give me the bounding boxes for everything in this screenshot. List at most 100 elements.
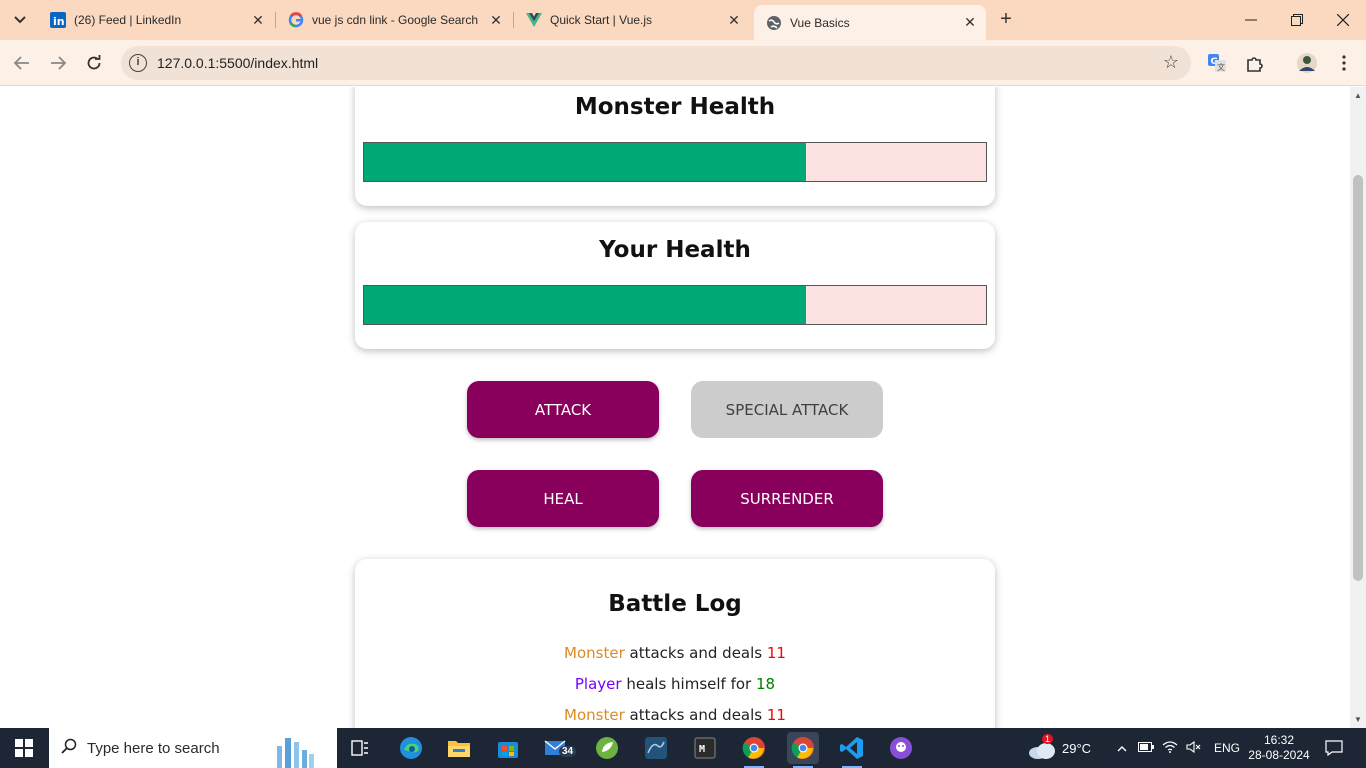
bookmark-star-icon[interactable]: ☆ xyxy=(1163,52,1179,73)
clock-time: 16:32 xyxy=(1263,733,1295,747)
site-info-icon[interactable]: i xyxy=(129,54,147,72)
vscode-icon[interactable] xyxy=(836,732,868,768)
chrome-profile-icon[interactable] xyxy=(738,732,770,768)
weather-widget[interactable]: 1 29°C xyxy=(1028,728,1091,768)
tab-vue-basics[interactable]: Vue Basics ✕ xyxy=(754,5,986,40)
svg-text:M: M xyxy=(699,744,705,755)
log-value: 11 xyxy=(766,706,786,724)
player-health-card: Your Health xyxy=(355,222,995,349)
task-view-icon[interactable] xyxy=(344,732,376,764)
tab-title: vue js cdn link - Google Search xyxy=(312,13,479,27)
tray-chevron-up-icon[interactable] xyxy=(1114,741,1130,755)
cloud-weather-icon: 1 xyxy=(1028,734,1056,760)
linkedin-icon: in xyxy=(50,12,66,28)
globe-icon xyxy=(766,15,782,31)
log-value: 18 xyxy=(756,675,776,693)
wifi-icon[interactable] xyxy=(1158,740,1182,756)
surrender-button[interactable]: SURRENDER xyxy=(691,470,883,527)
taskbar-search-box[interactable]: Type here to search xyxy=(49,728,337,768)
profile-avatar-icon[interactable] xyxy=(1295,51,1319,75)
close-window-icon[interactable] xyxy=(1320,0,1366,40)
vue-icon xyxy=(526,12,542,28)
extensions-puzzle-icon[interactable] xyxy=(1243,51,1267,75)
log-actor: Player xyxy=(574,675,622,693)
mail-badge: 34 xyxy=(559,746,577,757)
attack-button[interactable]: ATTACK xyxy=(467,381,659,438)
battle-log-list: Monster attacks and deals 11 Player heal… xyxy=(355,638,995,728)
speaker-muted-icon[interactable] xyxy=(1182,740,1206,756)
browser-toolbar: i 127.0.0.1:5500/index.html ☆ G文 xyxy=(0,40,1366,86)
search-icon xyxy=(61,738,77,759)
battle-log-title: Battle Log xyxy=(608,591,742,617)
scroll-up-arrow-icon[interactable]: ▲ xyxy=(1354,91,1362,100)
tab-title: Quick Start | Vue.js xyxy=(550,13,653,27)
language-indicator[interactable]: ENG xyxy=(1214,741,1240,755)
monster-health-fill xyxy=(364,143,806,181)
svg-text:文: 文 xyxy=(1217,62,1225,72)
log-actor: Monster xyxy=(564,644,625,662)
battery-icon[interactable] xyxy=(1134,741,1158,755)
log-action: heals himself for xyxy=(626,675,752,693)
log-actor: Monster xyxy=(564,706,625,724)
google-icon xyxy=(288,12,304,28)
player-health-bar xyxy=(363,285,987,325)
player-health-title: Your Health xyxy=(599,237,751,263)
weather-badge: 1 xyxy=(1042,734,1054,744)
address-bar[interactable]: i 127.0.0.1:5500/index.html ☆ xyxy=(121,46,1191,80)
chrome-active-icon[interactable] xyxy=(787,732,819,768)
github-desktop-icon[interactable] xyxy=(885,732,917,764)
log-entry: Monster attacks and deals 11 xyxy=(355,700,995,728)
tab-title: Vue Basics xyxy=(790,15,850,30)
browser-tab-strip: in (26) Feed | LinkedIn ✕ vue js cdn lin… xyxy=(0,0,1366,40)
monster-health-title: Monster Health xyxy=(574,94,776,120)
windows-start-icon[interactable] xyxy=(0,728,48,768)
log-entry: Player heals himself for 18 xyxy=(355,669,995,700)
notifications-icon[interactable] xyxy=(1322,728,1346,768)
mysql-workbench-icon[interactable] xyxy=(640,732,672,764)
terminal-app-icon[interactable]: M xyxy=(689,732,721,764)
restore-icon[interactable] xyxy=(1274,0,1320,40)
tab-title: (26) Feed | LinkedIn xyxy=(74,13,182,27)
page-scrollbar[interactable]: ▲ ▼ xyxy=(1350,87,1366,728)
weather-temperature: 29°C xyxy=(1062,740,1092,756)
mail-icon[interactable]: 34 xyxy=(541,732,577,764)
tab-google-search[interactable]: vue js cdn link - Google Search ✕ xyxy=(276,0,512,40)
reload-icon[interactable] xyxy=(82,51,106,75)
log-action: attacks and deals xyxy=(629,706,763,724)
search-placeholder: Type here to search xyxy=(87,739,220,757)
search-highlight-city-icon xyxy=(273,732,319,768)
scrollbar-thumb[interactable] xyxy=(1353,175,1363,581)
tab-linkedin[interactable]: in (26) Feed | LinkedIn ✕ xyxy=(38,0,274,40)
tab-vue-quick-start[interactable]: Quick Start | Vue.js ✕ xyxy=(514,0,750,40)
close-tab-icon[interactable]: ✕ xyxy=(248,10,268,30)
close-tab-icon[interactable]: ✕ xyxy=(724,10,744,30)
log-value: 11 xyxy=(766,644,786,662)
new-tab-plus-icon[interactable]: + xyxy=(996,9,1016,30)
microsoft-store-icon[interactable] xyxy=(492,732,524,764)
forward-arrow-icon[interactable] xyxy=(46,51,70,75)
close-tab-icon[interactable]: ✕ xyxy=(960,13,980,33)
windows-taskbar: Type here to search 34 M 1 29°C ENG 16:3… xyxy=(0,728,1366,768)
spring-tools-icon[interactable] xyxy=(591,732,623,764)
special-attack-button[interactable]: SPECIAL ATTACK xyxy=(691,381,883,438)
monster-health-card: Monster Health xyxy=(355,87,995,206)
close-tab-icon[interactable]: ✕ xyxy=(486,10,506,30)
google-translate-icon[interactable]: G文 xyxy=(1205,51,1229,75)
scroll-down-arrow-icon[interactable]: ▼ xyxy=(1354,715,1362,724)
log-action: attacks and deals xyxy=(629,644,763,662)
clock[interactable]: 16:32 28-08-2024 xyxy=(1248,728,1310,768)
minimize-icon[interactable] xyxy=(1228,0,1274,40)
clock-date: 28-08-2024 xyxy=(1248,748,1310,762)
system-tray: ENG xyxy=(1114,728,1240,768)
tab-search-chevron-icon[interactable] xyxy=(8,8,32,32)
player-health-fill xyxy=(364,286,806,324)
browser-menu-icon[interactable] xyxy=(1332,51,1356,75)
back-arrow-icon[interactable] xyxy=(10,51,34,75)
battle-log-card: Battle Log Monster attacks and deals 11 … xyxy=(355,559,995,728)
page-viewport: Monster Health Your Health ATTACK SPECIA… xyxy=(0,87,1350,728)
edge-browser-icon[interactable] xyxy=(395,732,427,764)
monster-health-bar xyxy=(363,142,987,182)
log-entry: Monster attacks and deals 11 xyxy=(355,638,995,669)
heal-button[interactable]: HEAL xyxy=(467,470,659,527)
file-explorer-icon[interactable] xyxy=(443,732,475,764)
